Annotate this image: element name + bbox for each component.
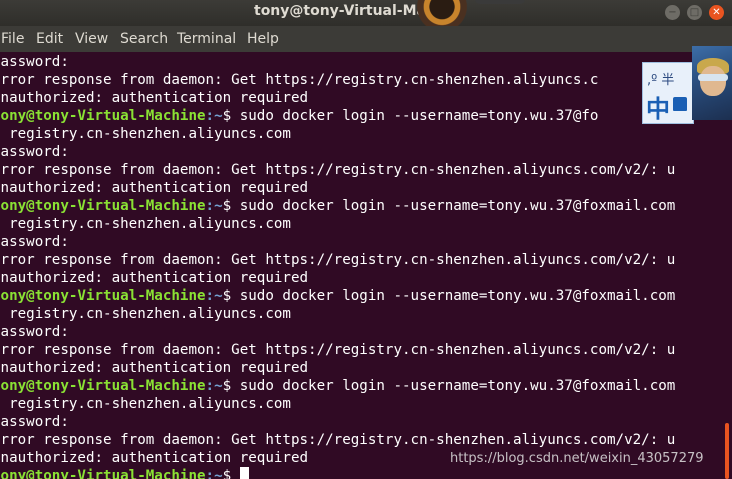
avatar-goggles [698,74,728,81]
terminal-line: Password: [0,414,69,430]
terminal-prompt-line: tony@tony-Virtual-Machine:~$ sudo docker… [0,377,675,395]
menu-help[interactable]: Help [247,31,279,47]
avatar-face [700,66,726,96]
terminal-line: unauthorized: authentication required [0,360,309,376]
terminal-prompt-line: tony@tony-Virtual-Machine:~$ sudo docker… [0,287,675,305]
terminal-output[interactable]: Password: Error response from daemon: Ge… [0,52,722,479]
prompt-user: tony@tony-Virtual-Machine [0,108,206,124]
menu-search[interactable]: Search [120,31,168,47]
terminal-prompt-line: tony@tony-Virtual-Machine:~$ [0,467,249,479]
prompt-user: tony@tony-Virtual-Machine [0,468,206,479]
terminal-line: Error response from daemon: Get https://… [0,72,599,88]
prompt-command: $ sudo docker login --username=tony.wu.3… [222,108,599,124]
ime-status-widget[interactable]: ,º 半 中 [642,62,694,124]
terminal-line: Error response from daemon: Get https://… [0,342,676,358]
prompt-user: tony@tony-Virtual-Machine [0,198,206,214]
avatar[interactable] [692,46,732,120]
terminal-line: Password: [0,234,69,250]
prompt-command: $ sudo docker login --username=tony.wu.3… [222,198,676,214]
maximize-button[interactable]: □ [687,5,702,20]
ime-language: 中 [646,95,670,123]
menu-file[interactable]: File [1,31,24,47]
prompt-input[interactable]: $ [223,468,240,479]
watermark: https://blog.csdn.net/weixin_43057279 [450,451,704,466]
prompt-user: tony@tony-Virtual-Machine [0,378,206,394]
prompt-path: :~ [205,198,223,214]
terminal-line: unauthorized: authentication required [0,450,309,466]
terminal-line: unauthorized: authentication required [0,270,309,286]
terminal-line: registry.cn-shenzhen.aliyuncs.com [0,306,291,322]
ime-skin-icon [673,97,687,111]
terminal-line: Error response from daemon: Get https://… [0,162,676,178]
prompt-path: :~ [205,378,223,394]
terminal-line: Password: [0,324,69,340]
terminal-line: unauthorized: authentication required [0,180,309,196]
terminal-line: unauthorized: authentication required [0,90,309,106]
terminal-line: Password: [0,54,69,70]
prompt-command: $ sudo docker login --username=tony.wu.3… [222,288,676,304]
terminal-line: registry.cn-shenzhen.aliyuncs.com [0,396,291,412]
window-title: tony@tony-Virtual-Ma [254,3,426,19]
prompt-user: tony@tony-Virtual-Machine [0,288,206,304]
scrollbar-thumb[interactable] [725,423,729,479]
prompt-path: :~ [205,108,223,124]
close-button[interactable]: ✕ [709,5,724,20]
terminal-line: Error response from daemon: Get https://… [0,252,676,268]
title-bar: tony@tony-Virtual-Ma − □ ✕ [0,0,732,32]
terminal-prompt-line: tony@tony-Virtual-Machine:~$ sudo docker… [0,197,675,215]
menu-terminal[interactable]: Terminal [177,31,236,47]
terminal-line: registry.cn-shenzhen.aliyuncs.com [0,126,291,142]
terminal-line: Password: [0,144,69,160]
prompt-path: :~ [205,468,223,479]
terminal-line: Error response from daemon: Get https://… [0,432,676,448]
terminal-line: registry.cn-shenzhen.aliyuncs.com [0,216,291,232]
text-cursor [239,467,249,479]
ime-punctuation-width: ,º 半 [647,73,675,88]
menu-bar: File Edit View Search Terminal Help [0,26,732,52]
minimize-button[interactable]: − [665,5,680,20]
menu-edit[interactable]: Edit [36,31,63,47]
menu-view[interactable]: View [75,31,108,47]
prompt-path: :~ [205,288,223,304]
terminal-prompt-line: tony@tony-Virtual-Machine:~$ sudo docker… [0,107,598,125]
overlay-indicator [475,0,525,4]
prompt-command: $ sudo docker login --username=tony.wu.3… [222,378,676,394]
